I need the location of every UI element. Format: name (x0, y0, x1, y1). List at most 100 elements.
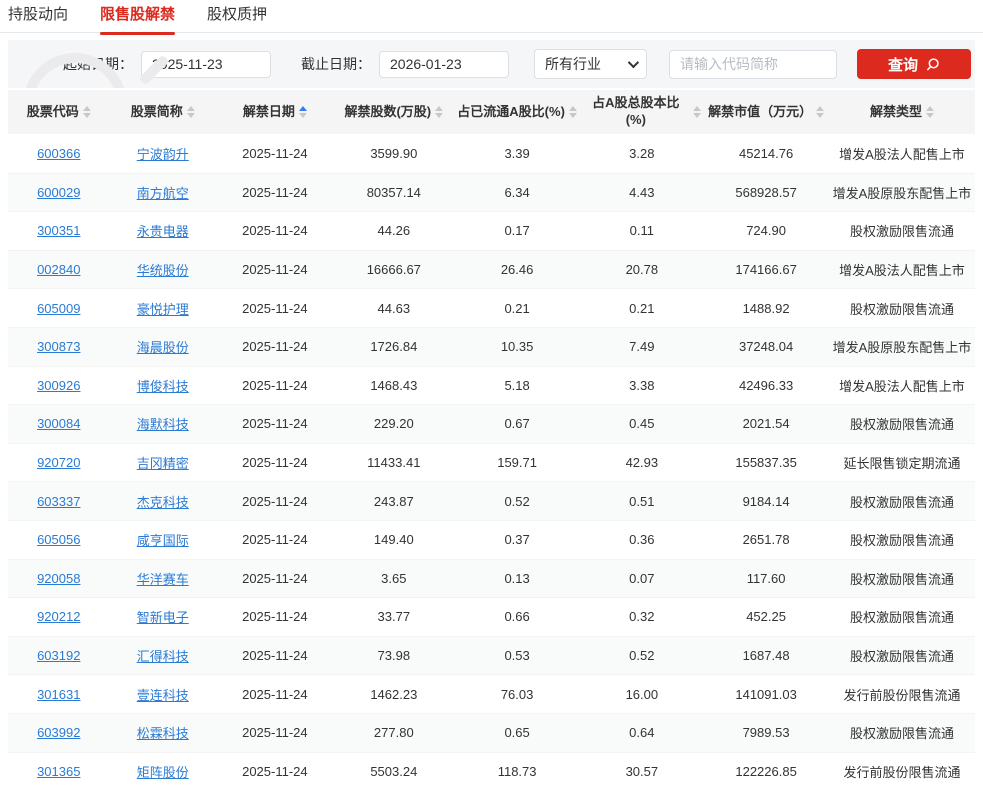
unlock-shares-cell: 5503.24 (334, 764, 454, 779)
unlock-shares-cell: 44.26 (334, 223, 454, 238)
column-header[interactable]: 解禁日期 (216, 90, 334, 134)
column-header-label: 股票简称 (131, 104, 183, 121)
stock-code-link[interactable]: 600029 (37, 185, 80, 200)
stock-name-link[interactable]: 松霖科技 (137, 726, 189, 741)
unlock-type-cell: 增发A股原股东配售上市 (829, 337, 975, 356)
stock-code-cell: 301631 (8, 687, 110, 702)
stock-name-link[interactable]: 博俊科技 (137, 379, 189, 394)
stock-code-link[interactable]: 603992 (37, 725, 80, 740)
stock-code-link[interactable]: 300873 (37, 339, 80, 354)
unlock-value-cell: 9184.14 (703, 494, 829, 509)
stock-name-cell: 宁波韵升 (110, 144, 216, 163)
stock-code-link[interactable]: 605056 (37, 532, 80, 547)
stock-name-link[interactable]: 华洋赛车 (137, 572, 189, 587)
sort-icon[interactable] (83, 106, 91, 118)
column-header[interactable]: 股票代码 (8, 90, 110, 134)
sort-icon[interactable] (187, 106, 195, 118)
stock-name-link[interactable]: 豪悦护理 (137, 302, 189, 317)
pct-total-a-cell: 0.07 (580, 571, 703, 586)
column-header[interactable]: 占A股总股本比(%) (580, 90, 703, 134)
column-header-label: 解禁股数(万股) (344, 104, 431, 121)
stock-code-link[interactable]: 600366 (37, 146, 80, 161)
stock-name-link[interactable]: 智新电子 (137, 610, 189, 625)
table-row: 300873海晨股份2025-11-241726.8410.357.493724… (8, 327, 975, 366)
sort-icon[interactable] (435, 106, 443, 118)
unlock-value-cell: 117.60 (703, 571, 829, 586)
stock-name-link[interactable]: 杰克科技 (137, 495, 189, 510)
pct-float-a-cell: 0.13 (454, 571, 581, 586)
pct-total-a-cell: 7.49 (580, 339, 703, 354)
tab-restricted-share-unlock[interactable]: 限售股解禁 (100, 6, 175, 33)
stock-code-cell: 920058 (8, 571, 110, 586)
stock-code-link[interactable]: 301365 (37, 764, 80, 779)
table-row: 300351永贵电器2025-11-2444.260.170.11724.90股… (8, 211, 975, 250)
unlock-shares-cell: 1468.43 (334, 378, 454, 393)
stock-name-link[interactable]: 宁波韵升 (137, 147, 189, 162)
industry-select[interactable]: 所有行业 (534, 49, 647, 79)
stock-name-cell: 矩阵股份 (110, 762, 216, 781)
column-header[interactable]: 解禁市值（万元） (703, 90, 829, 134)
stock-name-link[interactable]: 海默科技 (137, 417, 189, 432)
column-header[interactable]: 股票简称 (110, 90, 216, 134)
table-row: 920212智新电子2025-11-2433.770.660.32452.25股… (8, 597, 975, 636)
stock-name-link[interactable]: 矩阵股份 (137, 765, 189, 780)
query-button[interactable]: 查询 (857, 49, 971, 79)
pct-total-a-cell: 0.64 (580, 725, 703, 740)
unlock-value-cell: 1687.48 (703, 648, 829, 663)
stock-name-cell: 南方航空 (110, 183, 216, 202)
stock-code-link[interactable]: 920720 (37, 455, 80, 470)
stock-name-cell: 海默科技 (110, 414, 216, 433)
code-search-input[interactable] (669, 50, 837, 79)
stock-code-cell: 920720 (8, 455, 110, 470)
stock-name-link[interactable]: 咸亨国际 (137, 533, 189, 548)
pct-float-a-cell: 0.67 (454, 416, 581, 431)
stock-code-cell: 605056 (8, 532, 110, 547)
table-row: 600366宁波韵升2025-11-243599.903.393.2845214… (8, 134, 975, 173)
column-header[interactable]: 占已流通A股比(%) (454, 90, 581, 134)
stock-code-link[interactable]: 300084 (37, 416, 80, 431)
stock-code-link[interactable]: 603337 (37, 494, 80, 509)
sort-icon[interactable] (693, 106, 701, 118)
table-row: 002840华统股份2025-11-2416666.6726.4620.7817… (8, 250, 975, 289)
stock-code-link[interactable]: 603192 (37, 648, 80, 663)
tab-holdings-trend[interactable]: 持股动向 (8, 6, 68, 33)
sort-icon[interactable] (299, 106, 307, 118)
stock-name-link[interactable]: 壹连科技 (137, 688, 189, 703)
unlock-value-cell: 122226.85 (703, 764, 829, 779)
unlock-shares-cell: 80357.14 (334, 185, 454, 200)
unlock-value-cell: 2021.54 (703, 416, 829, 431)
column-header-label: 占已流通A股比(%) (457, 104, 565, 121)
stock-code-link[interactable]: 300926 (37, 378, 80, 393)
table-header-row: 股票代码 股票简称 解禁日期解禁股数(万股) 占已流通A股比(%) 占A股总股本比(%)… (8, 90, 975, 134)
stock-code-link[interactable]: 301631 (37, 687, 80, 702)
pct-total-a-cell: 3.38 (580, 378, 703, 393)
unlock-value-cell: 1488.92 (703, 301, 829, 316)
stock-name-link[interactable]: 南方航空 (137, 186, 189, 201)
stock-name-link[interactable]: 汇得科技 (137, 649, 189, 664)
pct-float-a-cell: 3.39 (454, 146, 581, 161)
table-row: 605009豪悦护理2025-11-2444.630.210.211488.92… (8, 288, 975, 327)
query-button-label: 查询 (888, 54, 918, 75)
sort-icon[interactable] (569, 106, 577, 118)
sort-icon[interactable] (816, 106, 824, 118)
unlock-shares-cell: 11433.41 (334, 455, 454, 470)
unlock-type-cell: 股权激励限售流通 (829, 414, 975, 433)
stock-code-link[interactable]: 920212 (37, 609, 80, 624)
stock-name-link[interactable]: 华统股份 (137, 263, 189, 278)
stock-code-link[interactable]: 300351 (37, 223, 80, 238)
stock-code-link[interactable]: 920058 (37, 571, 80, 586)
tab-equity-pledge[interactable]: 股权质押 (207, 6, 267, 33)
stock-name-cell: 海晨股份 (110, 337, 216, 356)
stock-name-link[interactable]: 海晨股份 (137, 340, 189, 355)
column-header[interactable]: 解禁股数(万股) (334, 90, 454, 134)
stock-code-link[interactable]: 002840 (37, 262, 80, 277)
stock-name-cell: 杰克科技 (110, 492, 216, 511)
unlock-type-cell: 增发A股原股东配售上市 (829, 183, 975, 202)
stock-code-link[interactable]: 605009 (37, 301, 80, 316)
stock-name-link[interactable]: 永贵电器 (137, 224, 189, 239)
unlock-value-cell: 2651.78 (703, 532, 829, 547)
end-date-input[interactable] (379, 51, 509, 78)
column-header[interactable]: 解禁类型 (829, 90, 975, 134)
stock-name-link[interactable]: 吉冈精密 (137, 456, 189, 471)
sort-icon[interactable] (926, 106, 934, 118)
